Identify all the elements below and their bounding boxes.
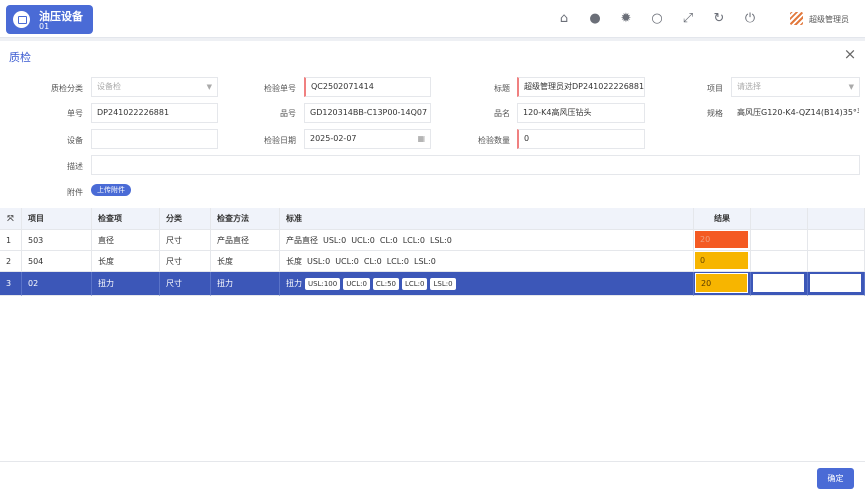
- header-item[interactable]: 项目: [22, 208, 92, 230]
- table-row-selected[interactable]: 3 02 扭力 尺寸 扭力 扭力 USL:100 UCL:0 CL:50 LCL…: [0, 272, 865, 296]
- extra-input-1[interactable]: [752, 273, 805, 293]
- cell-extra-1[interactable]: [751, 230, 808, 251]
- fullscreen-icon[interactable]: ⤢: [680, 11, 696, 27]
- part-name-field[interactable]: 120-K4高风压钻头: [517, 103, 645, 123]
- standard-chip: UCL:0: [343, 277, 370, 290]
- cell-standard: 长度 USL:0 UCL:0 CL:0 LCL:0 LSL:0: [280, 251, 694, 272]
- inspection-date-field[interactable]: 2025-02-07 ▦: [304, 129, 431, 149]
- header-result[interactable]: 结果: [694, 208, 751, 230]
- table-row[interactable]: 2 504 长度 尺寸 长度 长度 USL:0 UCL:0 CL:0 LCL:0…: [0, 251, 865, 272]
- user-icon[interactable]: ●: [587, 11, 603, 27]
- app-subtitle: 01: [39, 22, 50, 31]
- power-icon[interactable]: ⏻: [742, 11, 758, 27]
- standard-chip: USL:100: [305, 277, 341, 290]
- cell-check-item: 直径: [92, 230, 160, 251]
- cell-extra-2[interactable]: [808, 251, 865, 272]
- cell-check-item: 长度: [92, 251, 160, 272]
- refresh-icon[interactable]: ↻: [711, 11, 727, 27]
- header-category[interactable]: 分类: [160, 208, 211, 230]
- cell-result[interactable]: 20: [694, 272, 751, 296]
- cell-extra-1[interactable]: [751, 272, 808, 296]
- standard-chip: LSL:0: [430, 277, 456, 290]
- inspection-dialog: 质检 × 质检分类 设备检 ▼ 检验单号 QC2502071414 标题 超级管理…: [0, 41, 865, 496]
- inspection-date-label: 检验日期: [264, 136, 296, 145]
- upload-attachment-button[interactable]: 上传附件: [91, 184, 131, 196]
- extra-input-2[interactable]: [809, 273, 862, 293]
- quantity-label: 检验数量: [478, 136, 510, 145]
- cell-method: 长度: [211, 251, 280, 272]
- app-logo-icon: [13, 11, 30, 28]
- chevron-down-icon: ▼: [206, 83, 212, 91]
- item-label: 项目: [707, 84, 723, 93]
- settings-circle-icon[interactable]: ○: [649, 11, 665, 27]
- user-avatar-icon: [790, 12, 803, 25]
- cell-item: 02: [22, 272, 92, 296]
- cell-check-item: 扭力: [92, 272, 160, 296]
- top-bar: 油压设备 01 ⌂ ● ✹ ○ ⤢ ↻ ⏻ 超级管理员: [0, 0, 865, 38]
- header-method[interactable]: 检查方法: [211, 208, 280, 230]
- result-input[interactable]: 0: [695, 252, 748, 269]
- header-check-item[interactable]: 检查项: [92, 208, 160, 230]
- cell-category: 尺寸: [160, 272, 211, 296]
- confirm-button[interactable]: 确定: [817, 468, 854, 489]
- device-field[interactable]: [91, 129, 218, 149]
- row-number: 1: [0, 230, 22, 251]
- device-label: 设备: [67, 136, 83, 145]
- cell-extra-2[interactable]: [808, 230, 865, 251]
- table-row[interactable]: 1 503 直径 尺寸 产品直径 产品直径 USL:0 UCL:0 CL:0 L…: [0, 230, 865, 251]
- quantity-field[interactable]: 0: [517, 129, 645, 149]
- calendar-icon[interactable]: ▦: [417, 130, 425, 148]
- cell-category: 尺寸: [160, 251, 211, 272]
- header-extra-2: [808, 208, 865, 230]
- row-number: 2: [0, 251, 22, 272]
- expand-icon[interactable]: ⤧: [0, 208, 22, 230]
- inspection-no-label: 检验单号: [264, 84, 296, 93]
- order-no-label: 单号: [67, 109, 83, 118]
- category-label: 质检分类: [51, 84, 83, 93]
- inspection-no-field[interactable]: QC2502071414: [304, 77, 431, 97]
- header-extra-1: [751, 208, 808, 230]
- description-field[interactable]: [91, 155, 860, 175]
- cell-item: 504: [22, 251, 92, 272]
- result-input[interactable]: 20: [695, 273, 748, 293]
- title-field[interactable]: 超级管理员对DP241022226881的: [517, 77, 645, 97]
- user-name[interactable]: 超级管理员: [809, 14, 849, 25]
- cell-item: 503: [22, 230, 92, 251]
- cell-method: 产品直径: [211, 230, 280, 251]
- part-no-label: 品号: [280, 109, 296, 118]
- title-label: 标题: [494, 84, 510, 93]
- part-no-field[interactable]: GD120314BB-C13P00-14Q07: [304, 103, 431, 123]
- attachment-label: 附件: [67, 188, 83, 197]
- footer-divider: [0, 461, 865, 462]
- cell-extra-1[interactable]: [751, 251, 808, 272]
- app-badge[interactable]: 油压设备 01: [6, 5, 93, 34]
- part-name-label: 品名: [494, 109, 510, 118]
- gear-icon[interactable]: ✹: [618, 11, 634, 27]
- dialog-title: 质检: [9, 51, 31, 64]
- standard-chip: CL:50: [372, 277, 399, 290]
- cell-method: 扭力: [211, 272, 280, 296]
- cell-result[interactable]: 0: [694, 251, 751, 272]
- cell-standard: 扭力 USL:100 UCL:0 CL:50 LCL:0 LSL:0: [280, 272, 694, 296]
- description-label: 描述: [67, 162, 83, 171]
- spec-field[interactable]: 高风压G120-K4-QZ14(B14)35°平: [731, 103, 860, 123]
- category-select[interactable]: 设备检 ▼: [91, 77, 218, 97]
- chevron-down-icon: ▼: [848, 83, 854, 91]
- row-number: 3: [0, 272, 22, 296]
- cell-extra-2[interactable]: [808, 272, 865, 296]
- home-icon[interactable]: ⌂: [556, 11, 572, 27]
- item-select[interactable]: 请选择 ▼: [731, 77, 860, 97]
- header-standard[interactable]: 标准: [280, 208, 694, 230]
- standard-chip: LCL:0: [401, 277, 428, 290]
- order-no-field[interactable]: DP241022226881: [91, 103, 218, 123]
- table-header-row: ⤧ 项目 检查项 分类 检查方法 标准 结果: [0, 208, 865, 230]
- cell-category: 尺寸: [160, 230, 211, 251]
- close-icon[interactable]: ×: [842, 45, 858, 63]
- cell-result[interactable]: 20: [694, 230, 751, 251]
- result-input[interactable]: 20: [695, 231, 748, 248]
- spec-label: 规格: [707, 109, 723, 118]
- cell-standard: 产品直径 USL:0 UCL:0 CL:0 LCL:0 LSL:0: [280, 230, 694, 251]
